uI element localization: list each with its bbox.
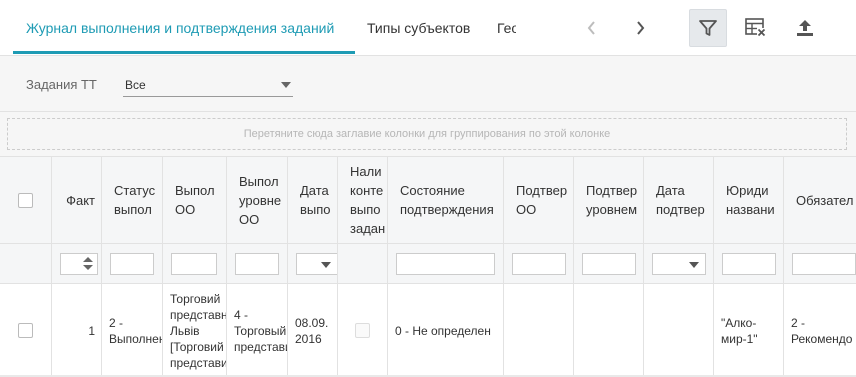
select-all-checkbox[interactable] xyxy=(18,192,33,208)
tasks-filter-select[interactable]: Все xyxy=(123,75,293,97)
cell-confirm-level xyxy=(574,284,644,377)
chevron-left-icon xyxy=(587,21,595,35)
export-button[interactable] xyxy=(786,9,824,47)
filter-bar: Задания ТТ Все xyxy=(0,56,856,112)
filter-cell-required xyxy=(784,244,856,283)
cell-legal-name: "Алко- мир-1" xyxy=(714,284,784,377)
table-row[interactable]: 1 2 - Выполнен Торговий представн Львів … xyxy=(0,284,856,377)
grid-header-row: Факт Статус выпол Выпол ОО Выпол уровне … xyxy=(0,156,856,244)
tab-geo[interactable]: Гео xyxy=(497,0,516,56)
confirm-state-filter-input[interactable] xyxy=(396,253,495,275)
header-required[interactable]: Обязател xyxy=(784,157,856,243)
header-confirm-oo[interactable]: Подтвер ОО xyxy=(504,157,574,243)
filter-cell-status xyxy=(102,244,163,283)
grid-filter-row xyxy=(0,244,856,284)
filter-cell-confirm-date xyxy=(644,244,714,283)
cell-has-control xyxy=(338,284,388,377)
header-confirm-state[interactable]: Состояние подтверждения xyxy=(388,157,504,243)
tasks-filter-label: Задания ТТ xyxy=(26,77,97,92)
spin-up-icon xyxy=(83,257,93,262)
header-done-date[interactable]: Дата выпо xyxy=(288,157,338,243)
row-checkbox[interactable] xyxy=(18,323,33,338)
upload-icon xyxy=(797,20,813,36)
filter-cell-legal-name xyxy=(714,244,784,283)
tab-task-journal[interactable]: Журнал выполнения и подтверждения задани… xyxy=(26,0,334,56)
filter-cell-done-level xyxy=(227,244,288,283)
filter-toggle-button[interactable] xyxy=(689,9,727,47)
spin-down-icon xyxy=(83,265,93,270)
tabs-prev-button[interactable] xyxy=(578,14,606,42)
cell-required: 2 - Рекомендо xyxy=(791,315,853,346)
done-oo-filter-input[interactable] xyxy=(171,253,217,275)
confirm-level-filter-input[interactable] xyxy=(582,253,636,275)
filter-cell-confirm-state xyxy=(388,244,504,283)
cell-done-oo: Торговий представн Львів [Торговий предс… xyxy=(163,284,227,377)
filter-cell-done-oo xyxy=(163,244,227,283)
caret-down-icon xyxy=(321,262,331,268)
status-filter-input[interactable] xyxy=(110,253,154,275)
caret-down-icon xyxy=(689,262,699,268)
cell-status: 2 - Выполнен xyxy=(102,284,163,377)
group-drop-zone[interactable]: Перетяните сюда заглавие колонки для гру… xyxy=(7,118,847,150)
fact-filter-spinner[interactable] xyxy=(60,253,98,275)
group-panel: Перетяните сюда заглавие колонки для гру… xyxy=(0,112,856,156)
tasks-filter-value: Все xyxy=(125,78,146,92)
header-legal-name[interactable]: Юриди названи xyxy=(714,157,784,243)
row-select-cell xyxy=(0,284,52,377)
filter-cell-fact xyxy=(52,244,102,283)
header-confirm-level[interactable]: Подтвер уровнем xyxy=(574,157,644,243)
header-select-cell xyxy=(0,157,52,243)
header-done-oo[interactable]: Выпол ОО xyxy=(163,157,227,243)
active-tab-indicator xyxy=(13,51,355,54)
confirm-oo-filter-input[interactable] xyxy=(512,253,566,275)
caret-down-icon xyxy=(281,82,291,88)
confirm-date-filter-dropdown[interactable] xyxy=(652,253,706,275)
has-control-checkbox xyxy=(355,323,370,338)
header-fact[interactable]: Факт xyxy=(52,157,102,243)
cell-done-date: 08.09. 2016 xyxy=(288,284,338,377)
filter-icon xyxy=(699,20,717,36)
tab-subject-types[interactable]: Типы субъектов xyxy=(367,0,470,56)
filter-cell-confirm-level xyxy=(574,244,644,283)
done-level-filter-input[interactable] xyxy=(235,253,279,275)
header-done-level[interactable]: Выпол уровне ОО xyxy=(227,157,288,243)
filter-cell-done-date xyxy=(288,244,338,283)
cell-confirm-state: 0 - Не определен xyxy=(388,284,504,377)
filter-cell-confirm-oo xyxy=(504,244,574,283)
data-grid: Факт Статус выпол Выпол ОО Выпол уровне … xyxy=(0,156,856,377)
header-has-control[interactable]: Нали конте выпо задан xyxy=(338,157,388,243)
cell-confirm-date xyxy=(644,284,714,377)
cell-confirm-oo xyxy=(504,284,574,377)
clear-table-button[interactable] xyxy=(737,9,775,47)
filter-cell-has-control xyxy=(338,244,388,283)
chevron-right-icon xyxy=(637,21,645,35)
legal-name-filter-input[interactable] xyxy=(722,253,776,275)
done-date-filter-dropdown[interactable] xyxy=(296,253,337,275)
cell-done-level: 4 - Торговый представи xyxy=(227,284,288,377)
tabs-next-button[interactable] xyxy=(626,14,654,42)
top-bar: Журнал выполнения и подтверждения задани… xyxy=(0,0,856,56)
table-clear-icon xyxy=(745,18,766,37)
cell-fact: 1 xyxy=(52,284,102,377)
tab-strip: Журнал выполнения и подтверждения задани… xyxy=(0,0,516,56)
required-filter-input[interactable] xyxy=(792,253,856,275)
header-confirm-date[interactable]: Дата подтвер xyxy=(644,157,714,243)
header-status[interactable]: Статус выпол xyxy=(102,157,163,243)
filter-cell-select xyxy=(0,244,52,283)
